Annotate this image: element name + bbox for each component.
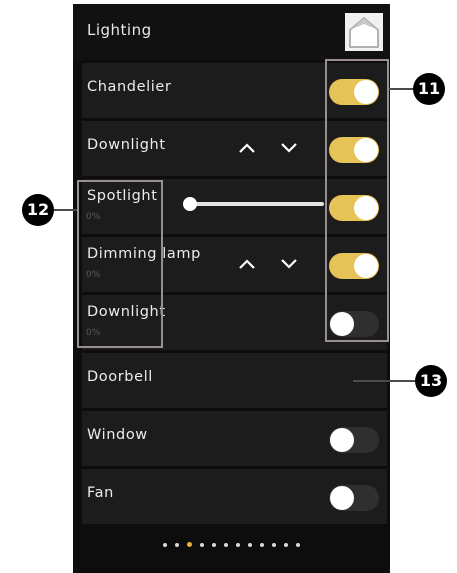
toggle-window[interactable]	[329, 427, 379, 453]
page-dot[interactable]	[187, 542, 192, 547]
callout-line-labels	[54, 209, 77, 211]
callout-box-labels	[77, 180, 163, 348]
home-button[interactable]	[344, 12, 384, 52]
callout-box-toggles	[325, 59, 389, 342]
row-label: Downlight	[87, 137, 166, 153]
page-dot[interactable]	[284, 542, 288, 547]
page-dot[interactable]	[248, 542, 252, 547]
page-dot[interactable]	[224, 542, 228, 547]
page-dot[interactable]	[260, 542, 264, 547]
page-dot[interactable]	[296, 542, 300, 547]
page-dot[interactable]	[200, 542, 204, 547]
chevron-up-icon	[239, 143, 255, 153]
row-doorbell[interactable]: Doorbell	[82, 353, 387, 408]
slider-thumb[interactable]	[183, 197, 197, 211]
callout-badge-11: 11	[413, 73, 445, 105]
chevron-down-icon	[281, 259, 297, 269]
toggle-fan[interactable]	[329, 485, 379, 511]
row-window: Window	[82, 411, 387, 466]
row-fan: Fan	[82, 469, 387, 524]
header-bar: Lighting	[73, 4, 390, 60]
increase-button[interactable]	[237, 254, 257, 274]
increase-button[interactable]	[237, 138, 257, 158]
row-label: Doorbell	[87, 369, 153, 385]
callout-badge-12: 12	[22, 194, 54, 226]
decrease-button[interactable]	[279, 254, 299, 274]
page-dot[interactable]	[175, 542, 179, 547]
decrease-button[interactable]	[279, 138, 299, 158]
page-dot[interactable]	[212, 542, 216, 547]
row-label: Window	[87, 427, 148, 443]
callout-line-toggles	[389, 88, 413, 90]
chevron-down-icon	[281, 143, 297, 153]
chevron-up-icon	[239, 259, 255, 269]
callout-line-row	[353, 380, 415, 382]
callout-badge-13: 13	[415, 365, 447, 397]
page-dot[interactable]	[272, 542, 276, 547]
row-label: Chandelier	[87, 79, 172, 95]
page-dot[interactable]	[163, 542, 167, 547]
page-indicator[interactable]	[73, 542, 390, 556]
brightness-slider[interactable]	[190, 202, 324, 206]
row-label: Fan	[87, 485, 114, 501]
page-title: Lighting	[87, 21, 152, 39]
page-dot[interactable]	[236, 542, 240, 547]
toggle-knob	[330, 486, 354, 510]
toggle-knob	[330, 428, 354, 452]
home-icon	[345, 13, 383, 51]
